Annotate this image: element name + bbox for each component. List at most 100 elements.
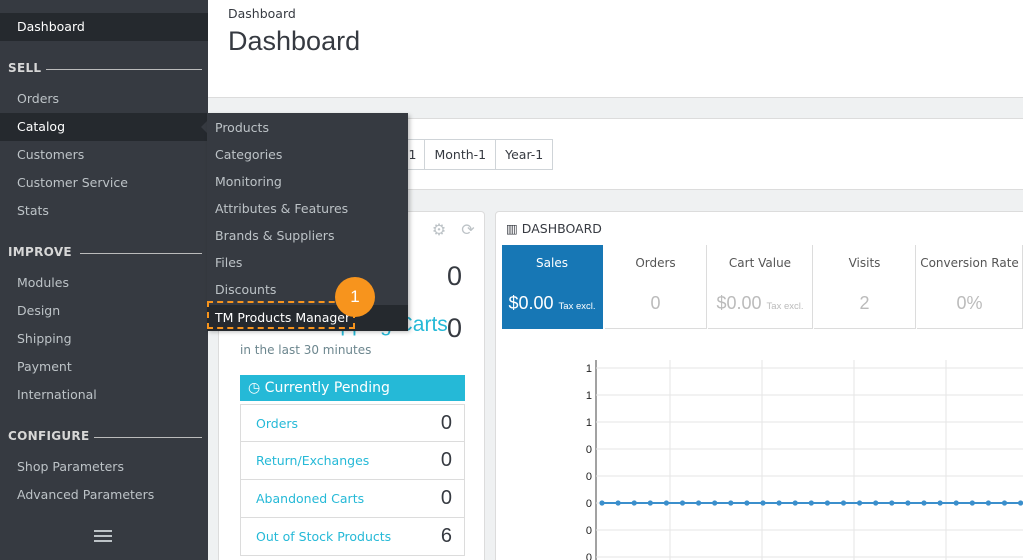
submenu-item-files[interactable]: Files	[215, 253, 242, 273]
active-carts-note: in the last 30 minutes	[240, 343, 372, 357]
data-point	[615, 500, 621, 506]
sidebar-item-shop-parameters[interactable]: Shop Parameters	[0, 453, 208, 481]
data-point	[663, 500, 669, 506]
pending-abandoned-link[interactable]: Abandoned Carts	[256, 491, 364, 506]
submenu-item-attributes-features[interactable]: Attributes & Features	[215, 199, 348, 219]
data-point	[889, 500, 895, 506]
y-tick-label: 0	[586, 471, 592, 483]
pending-out-of-stock-link[interactable]: Out of Stock Products	[256, 529, 391, 544]
submenu-item-monitoring[interactable]: Monitoring	[215, 172, 282, 192]
bar-chart-icon: ▥	[506, 221, 518, 236]
section-sell-label: SELL	[8, 61, 42, 75]
period-button-year[interactable]: Year-1	[495, 139, 554, 170]
catalog-submenu: Products Categories Monitoring Attribute…	[207, 113, 408, 331]
breadcrumb[interactable]: Dashboard	[228, 6, 296, 21]
sidebar-item-shipping[interactable]: Shipping	[0, 325, 208, 353]
kpi-sales-amount: $0.00	[508, 293, 554, 313]
pending-returns-link[interactable]: Return/Exchanges	[256, 453, 369, 468]
sales-line-chart: 1 1 1 0 0 0 0 0	[586, 360, 1023, 560]
data-point	[679, 500, 686, 506]
sidebar-item-stats[interactable]: Stats	[0, 197, 208, 225]
y-tick-label: 1	[586, 390, 592, 402]
data-point	[857, 500, 863, 506]
sidebar-item-modules[interactable]: Modules	[0, 269, 208, 297]
kpi-sales-label: Sales	[536, 256, 568, 270]
period-button-month[interactable]: Month-1	[424, 139, 497, 170]
data-point	[937, 500, 943, 506]
section-sell: SELL	[8, 61, 204, 77]
step-badge: 1	[335, 277, 375, 317]
dashboard-panel-title: ▥ DASHBOARD	[506, 221, 602, 236]
data-point	[647, 500, 653, 506]
page-header: Dashboard Dashboard	[208, 0, 1023, 98]
kpi-visits-value: 2	[859, 293, 870, 313]
kpi-visits[interactable]: Visits 2	[814, 245, 916, 329]
refresh-icon[interactable]: ⟳	[459, 221, 477, 239]
data-point	[776, 500, 782, 506]
y-tick-label: 0	[586, 552, 592, 560]
kpi-visits-label: Visits	[848, 256, 881, 270]
data-point	[969, 500, 975, 506]
kpi-sales-suffix: Tax excl.	[558, 301, 596, 312]
kpi-cart-value-suffix: Tax excl.	[766, 301, 804, 312]
sidebar-item-payment[interactable]: Payment	[0, 353, 208, 381]
section-configure-label: CONFIGURE	[8, 429, 90, 443]
y-tick-label: 0	[586, 444, 592, 456]
y-tick-label: 0	[586, 498, 592, 510]
submenu-item-categories[interactable]: Categories	[215, 145, 282, 165]
sidebar-item-international[interactable]: International	[0, 381, 208, 409]
online-visitors-count: 0	[447, 261, 463, 291]
pending-abandoned-value: 0	[440, 487, 452, 509]
highlight-outline	[207, 301, 355, 329]
gear-icon[interactable]: ⚙	[430, 221, 448, 239]
sidebar-item-orders[interactable]: Orders	[0, 85, 208, 113]
kpi-cart-value[interactable]: Cart Value $0.00 Tax excl.	[708, 245, 813, 329]
kpi-orders[interactable]: Orders 0	[605, 245, 707, 329]
data-point	[760, 500, 766, 506]
data-point	[840, 500, 847, 506]
data-point	[631, 500, 637, 506]
data-point	[808, 500, 814, 506]
kpi-cart-value-label: Cart Value	[728, 256, 792, 270]
data-point	[985, 500, 991, 506]
menu-collapse-icon[interactable]	[94, 530, 112, 543]
data-point	[728, 500, 734, 506]
submenu-item-products[interactable]: Products	[215, 118, 269, 138]
pending-row: Return/Exchanges 0	[240, 442, 465, 480]
sidebar-item-catalog[interactable]: Catalog	[0, 113, 208, 141]
y-tick-label: 1	[586, 417, 592, 429]
kpi-cart-value-amount: $0.00	[716, 293, 762, 313]
sidebar-item-customers[interactable]: Customers	[0, 141, 208, 169]
sidebar-item-customer-service[interactable]: Customer Service	[0, 169, 208, 197]
pending-row: Out of Stock Products 6	[240, 518, 465, 556]
data-point	[873, 500, 879, 506]
pending-row: Abandoned Carts 0	[240, 480, 465, 518]
submenu-item-brands-suppliers[interactable]: Brands & Suppliers	[215, 226, 334, 246]
kpi-orders-value: 0	[650, 293, 661, 313]
sidebar-item-dashboard[interactable]: Dashboard	[0, 13, 208, 41]
section-improve: IMPROVE	[8, 245, 204, 261]
pending-row: Orders 0	[240, 404, 465, 442]
section-improve-label: IMPROVE	[8, 245, 72, 259]
sidebar-item-advanced-parameters[interactable]: Advanced Parameters	[0, 481, 208, 509]
pending-orders-link[interactable]: Orders	[256, 416, 298, 431]
currently-pending-title: Currently Pending	[264, 380, 390, 396]
data-point	[921, 500, 927, 506]
currently-pending-header: ◷ Currently Pending	[240, 375, 465, 401]
pending-returns-value: 0	[440, 449, 452, 471]
data-point	[905, 500, 911, 506]
dashboard-title-text: DASHBOARD	[521, 221, 602, 236]
data-point	[953, 500, 959, 506]
sidebar-item-design[interactable]: Design	[0, 297, 208, 325]
data-point	[744, 500, 750, 506]
y-tick-label: 0	[586, 525, 592, 537]
submenu-item-discounts[interactable]: Discounts	[215, 280, 276, 300]
data-point	[599, 500, 605, 506]
kpi-conversion-rate[interactable]: Conversion Rate 0%	[917, 245, 1023, 329]
data-point	[824, 500, 830, 506]
kpi-sales[interactable]: Sales $0.00 Tax excl.	[502, 245, 603, 329]
section-divider	[94, 437, 202, 438]
kpi-cart-value-value: $0.00 Tax excl.	[708, 293, 812, 314]
section-configure: CONFIGURE	[8, 429, 204, 445]
period-button-group: -1 Month-1 Year-1	[391, 139, 554, 170]
